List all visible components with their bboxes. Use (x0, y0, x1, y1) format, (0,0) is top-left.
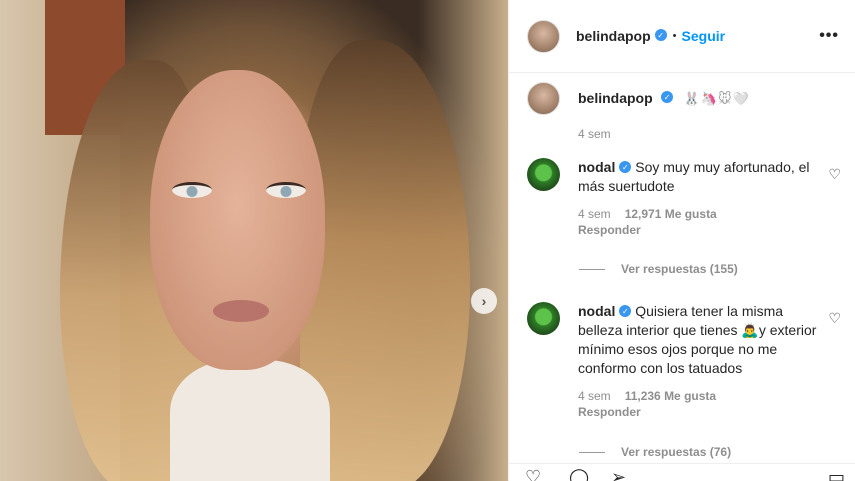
author-username[interactable]: belindapop (576, 28, 651, 44)
chevron-right-icon: › (481, 293, 487, 309)
share-paper-plane-icon[interactable]: ➢ (611, 468, 626, 481)
photo-sweater (170, 360, 330, 481)
verified-badge-icon: ✓ (661, 91, 674, 104)
commenter-username[interactable]: nodal (578, 159, 615, 175)
instagram-post: › belindapop ✓ • Seguir ••• belindapop ✓… (0, 0, 855, 481)
comment-meta: 4 sem 12,971 Me gusta Responder (578, 206, 818, 238)
more-options-icon[interactable]: ••• (819, 27, 839, 45)
author-avatar[interactable] (527, 19, 560, 53)
caption-time[interactable]: 4 sem (578, 127, 839, 141)
comment-text: nodal ✓ Soy muy muy afortunado, el más su… (578, 158, 818, 196)
post-sidebar: belindapop ✓ • Seguir ••• belindapop ✓ 🐰… (508, 0, 855, 481)
follow-button[interactable]: Seguir (682, 28, 726, 44)
post-caption: belindapop ✓ 🐰🦄🐭🤍 4 sem (527, 80, 839, 141)
photo-lips (213, 300, 269, 322)
view-replies-button[interactable]: Ver respuestas (76) (579, 445, 731, 459)
comment-likes[interactable]: 11,236 Me gusta (625, 389, 716, 403)
commenter-avatar[interactable] (527, 302, 560, 335)
verified-badge-icon: ✓ (619, 161, 632, 174)
photo-eye-left (172, 182, 212, 198)
like-heart-icon[interactable]: ♡ (525, 468, 541, 481)
next-photo-button[interactable]: › (471, 288, 497, 314)
comment-item: nodal ✓ Quisiera tener la misma belleza i… (527, 302, 841, 420)
view-replies-label: Ver respuestas (155) (621, 262, 738, 276)
comment-time[interactable]: 4 sem (578, 389, 611, 403)
caption-text: 🐰🦄🐭🤍 (683, 90, 750, 106)
reply-button[interactable]: Responder (578, 223, 641, 237)
post-header: belindapop ✓ • Seguir ••• (509, 0, 855, 73)
comment-item: nodal ✓ Soy muy muy afortunado, el más su… (527, 158, 841, 238)
comment-meta: 4 sem 11,236 Me gusta Responder (578, 388, 818, 420)
save-bookmark-icon[interactable]: ▭ (828, 468, 845, 481)
photo-face (150, 70, 325, 370)
verified-badge-icon: ✓ (619, 305, 632, 318)
photo-eye-right (266, 182, 306, 198)
reply-button[interactable]: Responder (578, 405, 641, 419)
like-comment-heart-icon[interactable]: ♡ (828, 310, 841, 327)
separator-dot: • (672, 30, 677, 42)
verified-badge-icon: ✓ (654, 29, 667, 41)
view-replies-button[interactable]: Ver respuestas (155) (579, 262, 738, 276)
comment-text: nodal ✓ Quisiera tener la misma belleza i… (578, 302, 818, 378)
comment-likes[interactable]: 12,971 Me gusta (625, 207, 717, 221)
like-comment-heart-icon[interactable]: ♡ (828, 166, 841, 183)
comment-time[interactable]: 4 sem (578, 207, 611, 221)
post-photo[interactable]: › (0, 0, 508, 481)
commenter-avatar[interactable] (527, 158, 560, 191)
replies-divider-line (579, 268, 605, 270)
post-actions-bar: ♡ ◯ ➢ ▭ (509, 463, 855, 481)
replies-divider-line (579, 451, 605, 453)
comment-bubble-icon[interactable]: ◯ (569, 468, 589, 481)
caption-avatar[interactable] (527, 82, 560, 115)
commenter-username[interactable]: nodal (578, 303, 615, 319)
view-replies-label: Ver respuestas (76) (621, 445, 732, 459)
caption-username[interactable]: belindapop (578, 90, 653, 106)
